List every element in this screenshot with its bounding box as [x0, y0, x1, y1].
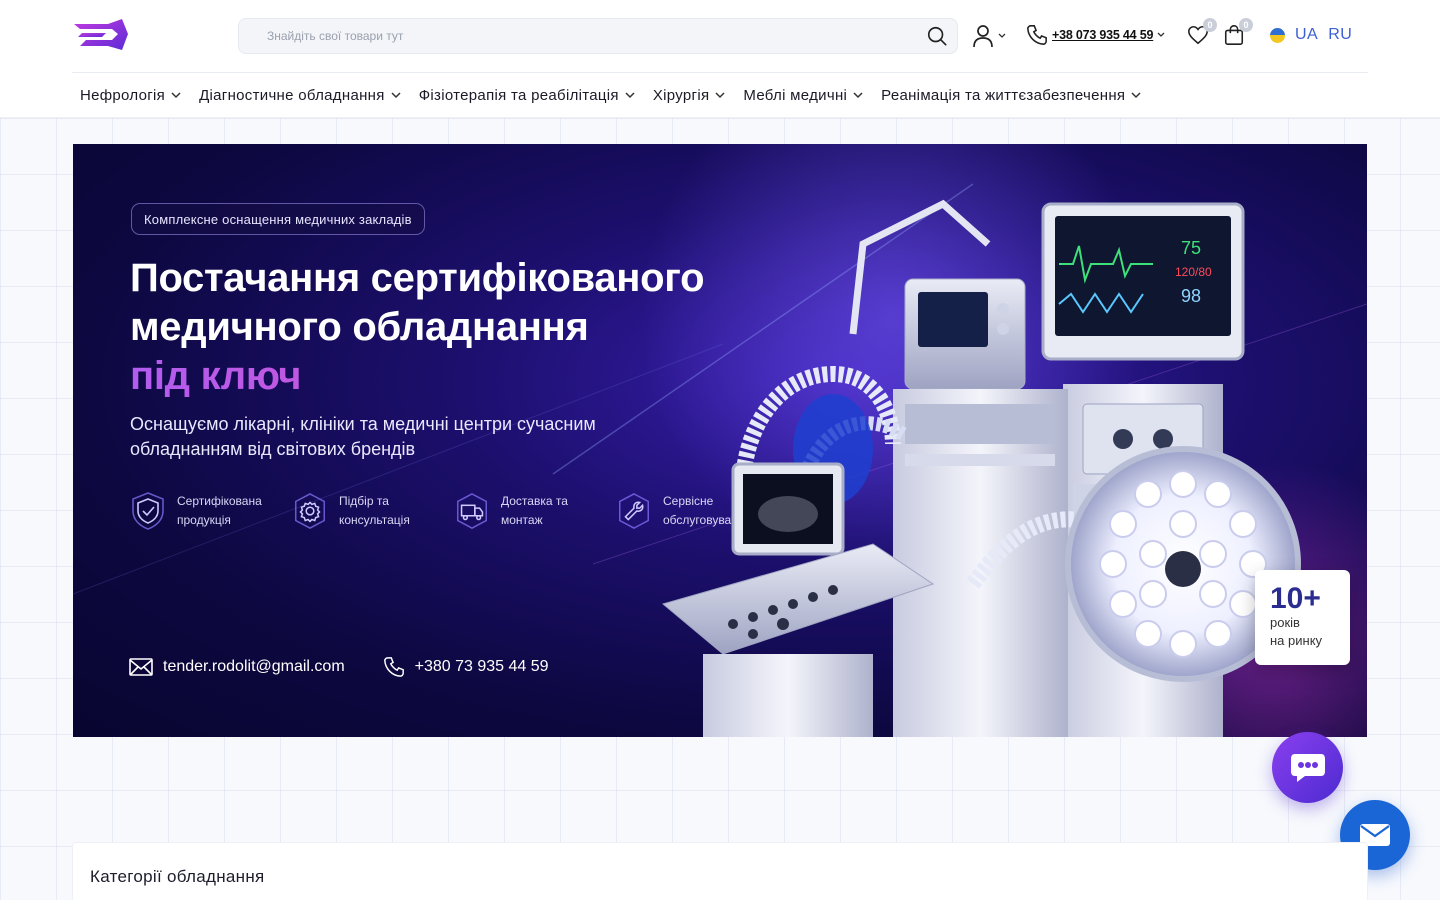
search-input[interactable] — [239, 19, 919, 53]
banner-subtitle: Оснащуємо лікарні, клініки та медичні це… — [130, 414, 596, 459]
monitor-hr: 75 — [1181, 238, 1201, 258]
banner-contacts: tender.rodolit@gmail.com +380 73 935 44 … — [129, 656, 549, 678]
banner-phone-text: +380 73 935 44 59 — [414, 658, 549, 675]
feature-text: Підбір та консультація — [339, 494, 410, 527]
monitor-bp: 120/80 — [1175, 265, 1212, 279]
envelope-icon — [129, 658, 153, 676]
years-number: 10+ — [1270, 582, 1321, 615]
banner-phone[interactable]: +380 73 935 44 59 — [383, 656, 549, 678]
years-label: на ринку — [1270, 633, 1323, 648]
feature-item: Доставка та монтаж — [453, 490, 591, 532]
nav-item-nephrology[interactable]: Нефрологія — [72, 87, 191, 104]
search-bar — [238, 18, 958, 54]
feature-item: Підбір та консультація — [291, 490, 429, 532]
chat-button[interactable] — [1272, 732, 1343, 803]
chevron-down-icon — [853, 91, 863, 98]
nav-item-label: Реанімація та життєзабезпечення — [881, 86, 1126, 104]
ukraine-flag-icon — [1270, 27, 1285, 43]
chevron-down-icon — [391, 91, 401, 98]
nav-item-furniture[interactable]: Меблі медичні — [735, 87, 873, 104]
nav-item-label: Фізіотерапія та реабілітація — [418, 86, 619, 104]
nav-item-surgery[interactable]: Хірургія — [645, 87, 736, 104]
phone-icon — [383, 657, 404, 677]
search-button[interactable] — [919, 18, 955, 54]
chevron-down-icon — [715, 91, 725, 98]
lang-ua[interactable]: UA — [1295, 26, 1318, 44]
truck-icon — [456, 493, 488, 529]
phone-icon — [1027, 25, 1047, 45]
gear-icon — [294, 493, 326, 529]
cart-button[interactable]: 0 — [1223, 18, 1253, 51]
monitor-spo2: 98 — [1181, 286, 1201, 306]
main-nav: Нефрологія Діагностичне обладнання Фізіо… — [72, 73, 1151, 117]
feature-text: Сертифікована продукція — [177, 494, 262, 527]
wishlist-button[interactable]: 0 — [1187, 18, 1217, 51]
nav-item-physiotherapy[interactable]: Фізіотерапія та реабілітація — [411, 87, 645, 104]
nav-item-reanimation[interactable]: Реанімація та життєзабезпечення — [873, 87, 1151, 104]
user-icon — [973, 25, 993, 48]
header-phone-number[interactable]: +38 073 935 44 59 — [1052, 28, 1153, 42]
nav-item-diagnostic[interactable]: Діагностичне обладнання — [191, 87, 411, 104]
chat-bubble-icon — [1290, 753, 1325, 782]
years-badge: 10+ років на ринку — [1255, 570, 1350, 665]
chevron-down-icon — [1131, 91, 1141, 98]
nav-divider — [0, 117, 1440, 118]
nav-item-label: Нефрологія — [80, 86, 166, 104]
banner-email-text: tender.rodolit@gmail.com — [163, 658, 345, 675]
nav-item-label: Меблі медичні — [743, 86, 848, 104]
hero-banner[interactable]: Комплексне оснащення медичних закладів П… — [73, 144, 1367, 737]
categories-section: Категорії обладнання — [72, 842, 1368, 900]
banner-pill: Комплексне оснащення медичних закладів — [131, 203, 425, 235]
chevron-down-icon — [1157, 32, 1165, 37]
account-button[interactable] — [972, 24, 1006, 48]
search-icon — [927, 26, 947, 46]
lang-ru[interactable]: RU — [1328, 26, 1352, 44]
logo[interactable] — [72, 16, 130, 56]
site-header: +38 073 935 44 59 0 0 UA RU Нефрологія Д… — [0, 0, 1440, 118]
feature-text: Доставка та монтаж — [501, 494, 568, 527]
nav-item-label: Діагностичне обладнання — [199, 86, 385, 104]
categories-title: Категорії обладнання — [90, 867, 265, 886]
header-phone[interactable]: +38 073 935 44 59 — [1026, 24, 1165, 46]
shield-check-icon — [132, 492, 164, 530]
feature-item: Сертифікована продукція — [129, 490, 267, 532]
years-label: років — [1270, 615, 1300, 630]
nav-item-label: Хірургія — [652, 86, 710, 104]
chevron-down-icon — [171, 91, 181, 98]
language-switcher: UA RU — [1270, 26, 1352, 44]
chevron-down-icon — [998, 33, 1006, 38]
wishlist-count: 0 — [1203, 18, 1217, 32]
cart-count: 0 — [1239, 18, 1253, 32]
chevron-down-icon — [625, 91, 635, 98]
banner-email[interactable]: tender.rodolit@gmail.com — [129, 657, 345, 677]
